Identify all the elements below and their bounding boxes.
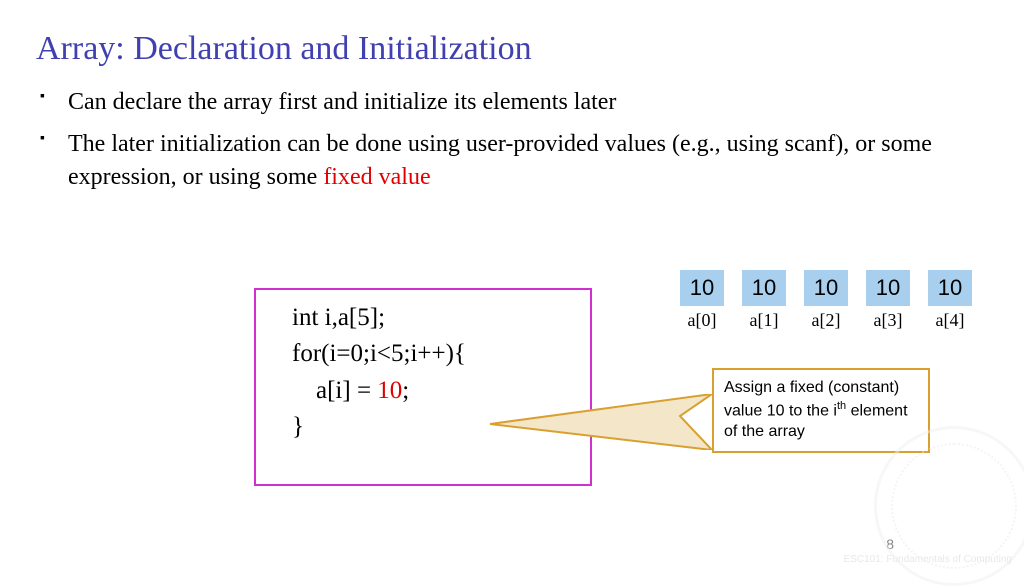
code-line-1: int i,a[5]; (292, 300, 572, 336)
callout-box: Assign a fixed (constant) value 10 to th… (712, 368, 930, 453)
bullet-2-pre: The later initialization can be done usi… (68, 131, 932, 189)
cell-label: a[3] (874, 310, 903, 331)
cell-value: 10 (928, 270, 972, 306)
bullet-list: Can declare the array first and initiali… (0, 68, 1024, 193)
cell-label: a[2] (812, 310, 841, 331)
cell-value: 10 (866, 270, 910, 306)
bullet-2: The later initialization can be done usi… (40, 128, 984, 193)
cell-label: a[0] (688, 310, 717, 331)
code-line-2: for(i=0;i<5;i++){ (292, 336, 572, 372)
array-cell-1: 10 a[1] (742, 270, 786, 331)
bullet-1: Can declare the array first and initiali… (40, 86, 984, 118)
cell-value: 10 (742, 270, 786, 306)
array-cell-0: 10 a[0] (680, 270, 724, 331)
cell-value: 10 (804, 270, 848, 306)
code-box: int i,a[5]; for(i=0;i<5;i++){ a[i] = 10;… (254, 288, 592, 486)
callout-sup: th (837, 400, 846, 412)
code-l3-red: 10 (377, 377, 402, 404)
array-cell-4: 10 a[4] (928, 270, 972, 331)
code-l3-post: ; (402, 377, 409, 404)
slide-title: Array: Declaration and Initialization (0, 0, 1024, 68)
cell-label: a[4] (936, 310, 965, 331)
array-diagram: 10 a[0] 10 a[1] 10 a[2] 10 a[3] 10 a[4] (680, 270, 972, 331)
code-l3-pre: a[i] = (316, 377, 377, 404)
code-line-4: } (292, 409, 572, 445)
array-cell-3: 10 a[3] (866, 270, 910, 331)
cell-value: 10 (680, 270, 724, 306)
array-cell-2: 10 a[2] (804, 270, 848, 331)
bullet-2-red: fixed value (323, 164, 430, 190)
footer-text: ESC101: Fundamentals of Computing (844, 554, 1012, 566)
code-line-3: a[i] = 10; (292, 373, 572, 409)
cell-label: a[1] (750, 310, 779, 331)
